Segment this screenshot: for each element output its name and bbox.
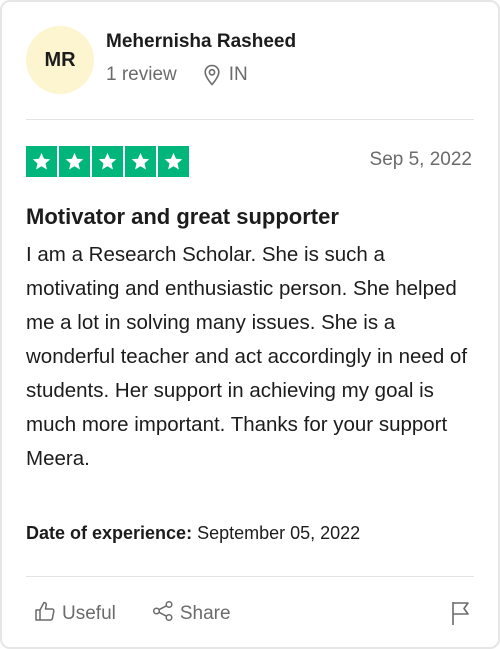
divider	[26, 119, 474, 120]
star-rating	[26, 146, 189, 177]
star-icon	[26, 146, 57, 177]
star-icon	[158, 146, 189, 177]
share-label: Share	[179, 603, 231, 624]
reviewer-meta: 1 review IN	[106, 64, 248, 86]
location-pin-icon	[203, 64, 221, 86]
experience-label: Date of experience:	[26, 523, 193, 543]
thumbs-up-icon	[34, 600, 56, 628]
review-date: Sep 5, 2022	[369, 149, 472, 170]
share-icon	[152, 600, 174, 628]
star-icon	[59, 146, 90, 177]
review-card: MR Mehernisha Rasheed 1 review IN Sep 5,…	[0, 0, 500, 649]
date-of-experience: Date of experience: September 05, 2022	[26, 523, 360, 544]
avatar-initials: MR	[44, 48, 76, 71]
experience-date: September 05, 2022	[197, 523, 361, 543]
divider	[26, 576, 474, 577]
reviewer-name[interactable]: Mehernisha Rasheed	[106, 31, 296, 53]
useful-button[interactable]: Useful	[34, 600, 116, 628]
star-icon	[92, 146, 123, 177]
useful-label: Useful	[62, 603, 116, 624]
flag-icon	[450, 600, 472, 631]
review-count: 1 review	[106, 64, 177, 85]
review-title[interactable]: Motivator and great supporter	[26, 204, 339, 230]
review-body: I am a Research Scholar. She is such a m…	[26, 243, 468, 470]
reviewer-country: IN	[228, 64, 248, 85]
share-button[interactable]: Share	[152, 600, 231, 628]
star-icon	[125, 146, 156, 177]
report-button[interactable]	[450, 600, 472, 631]
avatar[interactable]: MR	[26, 26, 94, 94]
review-actions: Useful Share	[34, 600, 231, 628]
